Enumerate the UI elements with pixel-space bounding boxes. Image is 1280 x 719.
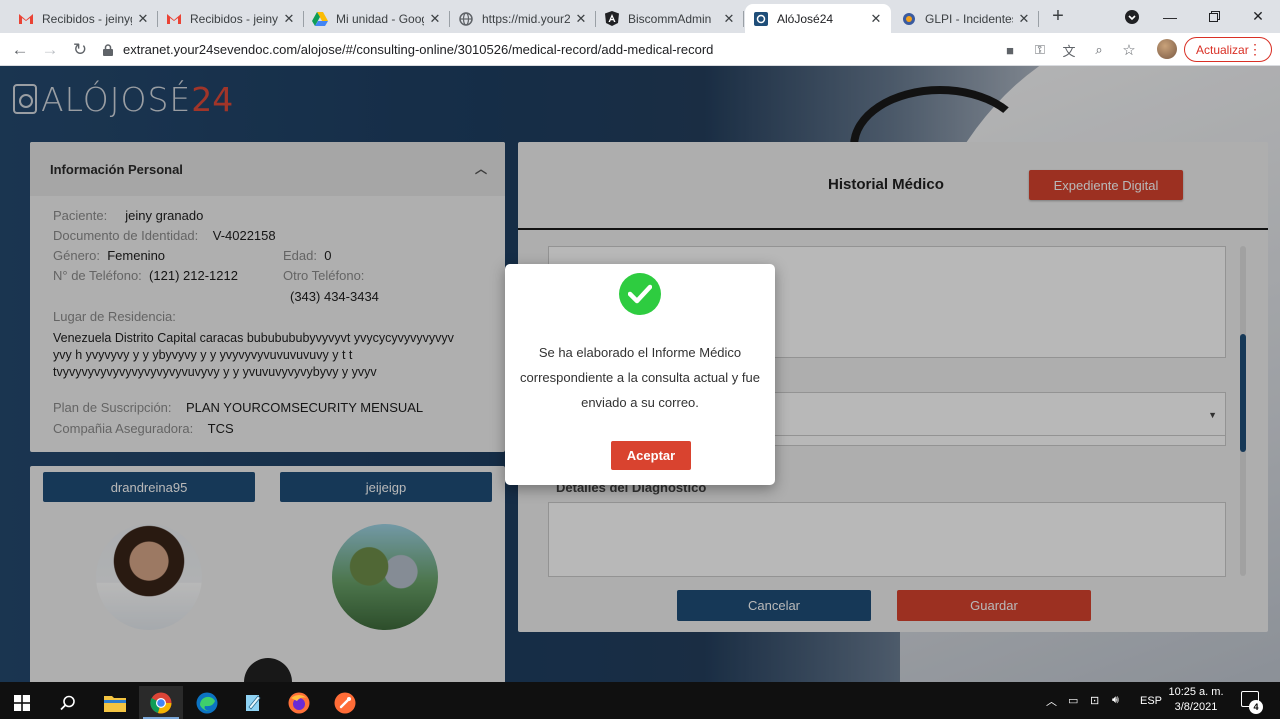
search-button[interactable] <box>46 686 90 719</box>
close-icon: ✕ <box>1252 8 1264 24</box>
tab-gmail-2[interactable]: Recibidos - jeinyg ✕ <box>158 4 304 33</box>
restore-icon <box>1208 11 1220 22</box>
angular-icon <box>604 11 620 27</box>
notepad-button[interactable] <box>231 686 275 719</box>
reload-button[interactable]: ↻ <box>67 37 93 63</box>
clock[interactable]: 10:25 a. m. 3/8/2021 <box>1168 685 1224 715</box>
address-bar[interactable]: extranet.your24sevendoc.com/alojose/#/co… <box>102 36 1142 63</box>
firefox-button[interactable] <box>277 686 321 719</box>
close-icon[interactable]: ✕ <box>1017 11 1031 27</box>
gmail-icon <box>166 11 182 27</box>
url-text: extranet.your24sevendoc.com/alojose/#/co… <box>123 42 714 57</box>
check-circle-icon <box>619 273 661 315</box>
browser-tab-strip: Recibidos - jeinyg ✕ Recibidos - jeinyg … <box>0 0 1280 33</box>
translate-icon[interactable]: 文 <box>1060 41 1078 59</box>
clock-date: 3/8/2021 <box>1174 701 1218 713</box>
close-icon[interactable]: ✕ <box>428 11 442 27</box>
close-icon[interactable]: ✕ <box>869 11 883 27</box>
update-button[interactable]: Actualizar ⋮ <box>1184 37 1272 62</box>
modal-message: Se ha elaborado el Informe Médico corres… <box>520 345 760 410</box>
close-icon[interactable]: ✕ <box>574 11 588 27</box>
postman-icon <box>334 692 356 713</box>
glpi-icon <box>901 11 917 27</box>
reload-icon: ↻ <box>72 40 88 59</box>
google-drive-icon <box>312 11 328 27</box>
display-tray-icon[interactable]: ⊡ <box>1090 682 1099 719</box>
arrow-left-icon: ← <box>11 40 29 59</box>
edge-button[interactable] <box>185 686 229 719</box>
camera-icon[interactable]: ■ <box>1001 41 1019 59</box>
show-hidden-icons[interactable]: ︿ <box>1046 682 1057 719</box>
search-icon <box>60 695 75 710</box>
close-window-button[interactable]: ✕ <box>1236 0 1280 33</box>
back-button[interactable]: ← <box>7 37 33 63</box>
profile-avatar[interactable] <box>1157 39 1177 59</box>
chevron-up-icon: ︿ <box>1046 695 1057 708</box>
chevron-down-icon <box>1125 9 1139 24</box>
success-modal: Se ha elaborado el Informe Médico corres… <box>505 264 775 485</box>
alojose-icon <box>753 11 769 27</box>
notepad-icon <box>246 694 261 711</box>
tab-gmail-1[interactable]: Recibidos - jeinyg ✕ <box>10 4 158 33</box>
minimize-icon: — <box>1163 8 1177 25</box>
forward-button[interactable]: → <box>37 37 63 63</box>
close-icon[interactable]: ✕ <box>722 11 736 27</box>
edge-icon <box>196 692 218 713</box>
close-icon[interactable]: ✕ <box>282 11 296 27</box>
notification-count: 4 <box>1249 700 1263 714</box>
postman-button[interactable] <box>323 686 367 719</box>
star-icon[interactable]: ☆ <box>1120 41 1138 59</box>
tab-mid[interactable]: https://mid.your2 ✕ <box>450 4 596 33</box>
web-page: ΑLÓJOSÉ 24 Información Personal ︿ Pacient… <box>0 66 1280 682</box>
monitor-icon: ⊡ <box>1090 695 1100 707</box>
tab-glpi[interactable]: GLPI - Incidentes ✕ <box>893 4 1039 33</box>
file-explorer-button[interactable] <box>93 686 137 719</box>
clock-time: 10:25 a. m. <box>1168 686 1224 698</box>
folder-icon <box>104 695 126 712</box>
new-tab-button[interactable]: + <box>1046 5 1070 29</box>
chrome-taskbar-button[interactable] <box>139 686 183 719</box>
volume-tray-icon[interactable]: 🔊︎ <box>1112 682 1119 719</box>
network-tray-icon[interactable]: ▭ <box>1068 682 1078 719</box>
key-icon[interactable]: ⚿ <box>1031 41 1049 59</box>
globe-icon <box>458 11 474 27</box>
firefox-icon <box>288 692 310 713</box>
lock-icon <box>103 43 113 56</box>
start-button[interactable] <box>0 686 44 719</box>
windows-icon <box>14 694 30 711</box>
zoom-icon[interactable]: ⌕ <box>1090 41 1108 59</box>
windows-taskbar: ︿ ▭ ⊡ 🔊︎ ESP 10:25 a. m. 3/8/2021 4 <box>0 682 1280 719</box>
close-icon[interactable]: ✕ <box>136 11 150 27</box>
network-icon: ▭ <box>1068 695 1079 707</box>
minimize-button[interactable]: — <box>1148 0 1192 33</box>
tab-alojose-active[interactable]: AlóJosé24 ✕ <box>745 4 891 33</box>
more-icon: ⋮ <box>1248 41 1262 57</box>
restore-button[interactable] <box>1192 0 1236 33</box>
accept-button[interactable]: Aceptar <box>611 441 691 470</box>
language-indicator[interactable]: ESP <box>1140 682 1162 719</box>
tab-biscomm[interactable]: BiscommAdmin ✕ <box>596 4 744 33</box>
speaker-icon: 🔊︎ <box>1112 694 1119 706</box>
arrow-right-icon: → <box>41 40 59 59</box>
chrome-icon <box>150 692 172 713</box>
browser-toolbar: ← → ↻ extranet.your24sevendoc.com/alojos… <box>0 33 1280 66</box>
gmail-icon <box>18 11 34 27</box>
tab-drive[interactable]: Mi unidad - Google ✕ <box>304 4 450 33</box>
